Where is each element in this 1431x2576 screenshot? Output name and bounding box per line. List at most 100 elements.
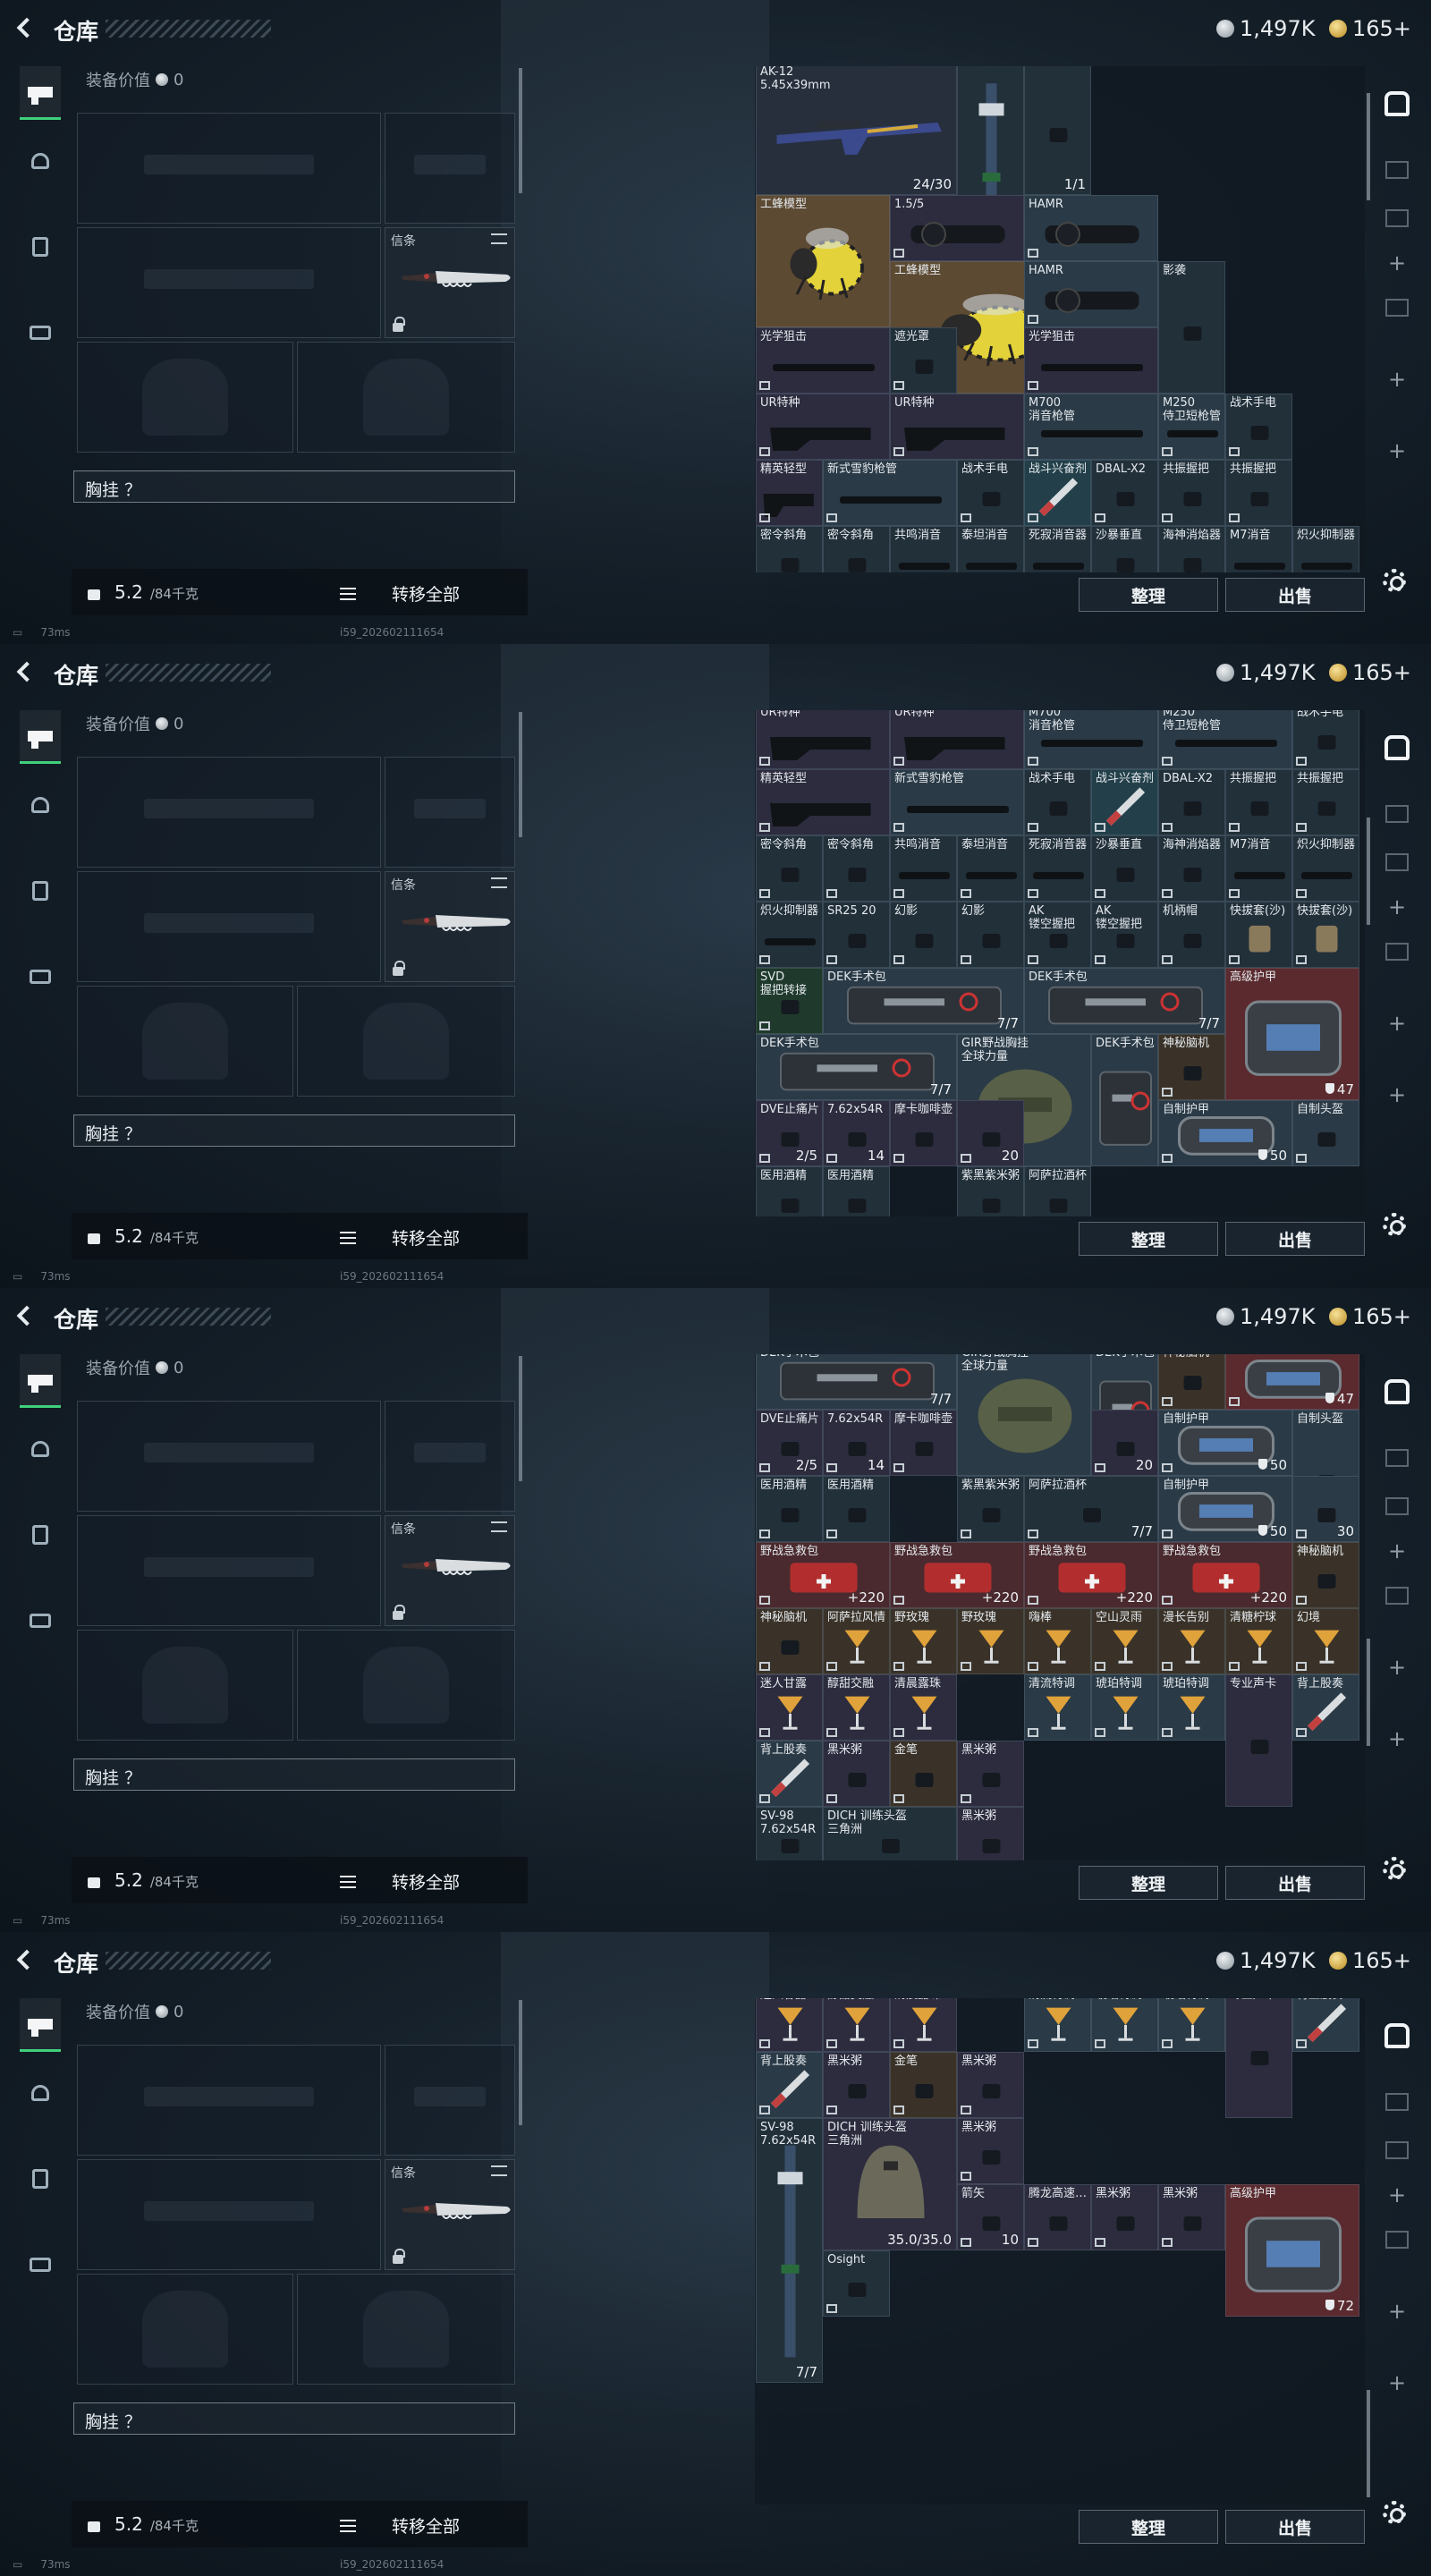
inventory-item[interactable]: M700 消音枪管	[1024, 394, 1158, 460]
inventory-item[interactable]: SV-98 7.62x54R	[756, 1807, 823, 1860]
inventory-item[interactable]: 共振握把	[1292, 769, 1359, 835]
inventory-item[interactable]: 47	[1225, 1354, 1359, 1410]
melee-slot[interactable]: 信条	[385, 2159, 515, 2270]
inventory-item[interactable]: 战斗兴奋剂	[1091, 769, 1158, 835]
inventory-item[interactable]: 7.62x54R 14	[823, 1100, 890, 1166]
inventory-item[interactable]: 专业声卡	[1225, 1674, 1292, 1807]
transfer-all-button[interactable]: 转移全部	[340, 1225, 460, 1250]
inventory-item[interactable]: 醇甜交融	[823, 1998, 890, 2052]
tab-backpack[interactable]	[20, 2238, 61, 2292]
tab-helmet[interactable]	[20, 134, 61, 188]
add-storage-button[interactable]: +	[1379, 361, 1415, 397]
swap-icon[interactable]	[491, 877, 507, 888]
inventory-item[interactable]: 黑米粥	[957, 1741, 1024, 1807]
storage-tab-3[interactable]	[1379, 1488, 1415, 1524]
inventory-item[interactable]: 密令斜角	[756, 526, 823, 572]
melee-slot[interactable]: 信条	[385, 1515, 515, 1626]
inventory-item[interactable]: 7.62x54R 14	[823, 1410, 890, 1476]
inventory-item[interactable]: 阿萨拉酒杯 7/7	[1024, 1476, 1158, 1542]
storage-tab-3[interactable]	[1379, 2132, 1415, 2168]
add-storage-button[interactable]: +	[1379, 1721, 1415, 1757]
inventory-item[interactable]: 战术手电	[1225, 394, 1292, 460]
inventory-item[interactable]: 炽火抑制器	[1292, 526, 1359, 572]
inventory-item[interactable]: 快拔套(沙)	[1292, 902, 1359, 968]
primary-weapon-slot[interactable]	[77, 1401, 381, 1512]
inventory-item[interactable]: DEK手术包 7/7	[1024, 968, 1225, 1034]
gold-currency[interactable]: 165+	[1329, 660, 1411, 685]
inventory-item[interactable]: 摩卡咖啡壶	[890, 1410, 957, 1476]
inventory-item[interactable]: DEK手术包 7/7	[823, 968, 1024, 1034]
tab-backpack[interactable]	[20, 1594, 61, 1648]
inventory-item[interactable]: 幻影	[890, 902, 957, 968]
inventory-item[interactable]: 密令斜角	[756, 835, 823, 902]
inventory-item[interactable]: 摩卡咖啡壶	[890, 1100, 957, 1166]
inventory-item[interactable]: 战术手电	[1024, 769, 1091, 835]
inventory-item[interactable]: 幻境	[1292, 1608, 1359, 1674]
inventory-item[interactable]: 野战急救包 +220	[756, 1542, 890, 1608]
inventory-item[interactable]: UR特种	[890, 394, 1024, 460]
gear-icon[interactable]	[1383, 1213, 1406, 1236]
inventory-item[interactable]: DEK手术包 7/7	[756, 1034, 957, 1100]
inventory-item[interactable]: 新式雪豹枪管	[823, 460, 957, 526]
inventory-item[interactable]: 背上股奏	[1292, 1674, 1359, 1741]
inventory-item[interactable]: 漫长告别	[1158, 1608, 1225, 1674]
storage-tab-4[interactable]	[1379, 934, 1415, 970]
tab-helmet[interactable]	[20, 2066, 61, 2120]
inventory-item[interactable]: 光学狙击	[756, 327, 890, 394]
add-storage-button[interactable]: +	[1379, 1005, 1415, 1041]
inventory-item[interactable]: 琥珀特调	[1158, 1674, 1225, 1741]
inventory-item[interactable]: DVE止痛片 2/5	[756, 1410, 823, 1476]
inventory-item[interactable]: 自制护甲 50	[1158, 1100, 1292, 1166]
add-storage-button[interactable]: +	[1379, 2177, 1415, 2213]
pistol-slot[interactable]	[385, 2045, 515, 2156]
inventory-item[interactable]: 野玫瑰	[957, 1608, 1024, 1674]
inventory-item[interactable]: 泰坦消音	[957, 526, 1024, 572]
inventory-item[interactable]: 黑米粥	[1158, 2184, 1225, 2250]
add-storage-button[interactable]: +	[1379, 889, 1415, 925]
inventory-item[interactable]: 清糖柠球	[1225, 1608, 1292, 1674]
inventory-item[interactable]: 战术手电	[1292, 710, 1359, 769]
inventory-item[interactable]: Osight	[823, 2250, 890, 2317]
inventory-item[interactable]: SR25 20	[823, 902, 890, 968]
tab-weapons[interactable]	[20, 1354, 61, 1408]
inventory-item[interactable]: 高级护甲 47	[1225, 968, 1359, 1100]
sell-button[interactable]: 出售	[1225, 578, 1365, 612]
inventory-item[interactable]: 琥珀特调	[1091, 1674, 1158, 1741]
gear-icon[interactable]	[1383, 1857, 1406, 1880]
inventory-item[interactable]: 神秘脑机	[1158, 1034, 1225, 1100]
inventory-item[interactable]: 共鸣消音	[890, 835, 957, 902]
secondary-weapon-slot[interactable]	[77, 871, 381, 982]
back-arrow-icon[interactable]	[14, 16, 38, 39]
tab-weapons[interactable]	[20, 66, 61, 120]
inventory-item[interactable]: M700 消音枪管	[1024, 710, 1158, 769]
safe-box-tab[interactable]	[1379, 2018, 1415, 2054]
secondary-weapon-slot[interactable]	[77, 2159, 381, 2270]
inventory-item[interactable]: 迷人甘露	[756, 1674, 823, 1741]
inventory-item[interactable]: UR特种	[756, 394, 890, 460]
inventory-item[interactable]: 沙暴垂直	[1091, 526, 1158, 572]
inventory-item[interactable]: 死寂消音器	[1024, 526, 1091, 572]
primary-weapon-slot[interactable]	[77, 113, 381, 224]
add-storage-button[interactable]: +	[1379, 1649, 1415, 1685]
inventory-item[interactable]: 密令斜角	[823, 526, 890, 572]
inventory-item[interactable]: 20	[957, 1100, 1024, 1166]
tab-helmet[interactable]	[20, 1422, 61, 1476]
inventory-item[interactable]: 清流特调	[1024, 1998, 1091, 2052]
inventory-item[interactable]: 医用酒精	[823, 1166, 890, 1216]
inventory-item[interactable]: DVE止痛片 2/5	[756, 1100, 823, 1166]
storage-tab-2[interactable]	[1379, 796, 1415, 832]
inventory-item[interactable]: 野战急救包 +220	[890, 1542, 1024, 1608]
helmet-slot[interactable]	[77, 2274, 293, 2385]
armor-slot[interactable]	[297, 1630, 515, 1741]
inventory-item[interactable]: 迷人甘露	[756, 1998, 823, 2052]
chest-rig-slot[interactable]: 胸挂 ？	[73, 2402, 515, 2435]
back-arrow-icon[interactable]	[14, 1948, 38, 1971]
inventory-item[interactable]: AK 镂空握把	[1091, 902, 1158, 968]
tab-armor[interactable]	[20, 220, 61, 274]
inventory-item[interactable]: 黑米粥	[823, 2052, 890, 2118]
inventory-item[interactable]: 金笔	[890, 1741, 957, 1807]
inventory-item[interactable]: M7消音	[1225, 526, 1292, 572]
inventory-item[interactable]: 海神消焰器	[1158, 526, 1225, 572]
inventory-item[interactable]: 自制头盔	[1292, 1100, 1359, 1166]
inventory-item[interactable]: 影袭	[1158, 261, 1225, 394]
